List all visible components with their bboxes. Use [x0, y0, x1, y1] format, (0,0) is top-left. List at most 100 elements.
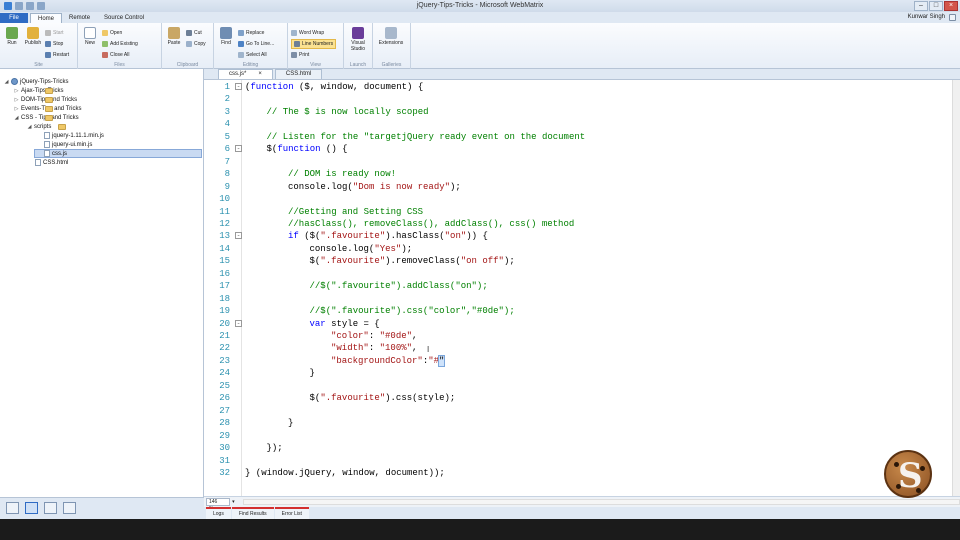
- line-numbers-label: Line Numbers: [302, 41, 334, 47]
- minimize-button[interactable]: –: [914, 1, 928, 11]
- tree-item-events[interactable]: ▷ Events-Tips and Tricks: [14, 104, 81, 113]
- tree-item-css-html[interactable]: CSS.html: [35, 158, 68, 167]
- code-text: if ($(".favourite").hasClass("on")) {: [288, 230, 488, 242]
- code-comment: // The $ is now locally scoped: [266, 106, 429, 117]
- close-all-button[interactable]: Close All: [102, 50, 138, 60]
- horizontal-scrollbar[interactable]: [242, 499, 960, 505]
- code-line[interactable]: 16: [204, 268, 944, 280]
- code-line[interactable]: 13- if ($(".favourite").hasClass("on")) {: [204, 230, 944, 242]
- fold-toggle-icon[interactable]: -: [235, 83, 242, 90]
- code-line[interactable]: 11 //Getting and Setting CSS: [204, 206, 944, 218]
- collapse-toggle[interactable]: ◢: [27, 124, 32, 130]
- tab-css-js[interactable]: css.js* ×: [218, 69, 273, 79]
- word-wrap-label: Word Wrap: [299, 30, 325, 36]
- code-line[interactable]: 14 console.log("Yes");: [204, 243, 944, 255]
- code-line[interactable]: 24}: [204, 367, 944, 379]
- collapse-toggle[interactable]: ◢: [4, 79, 9, 85]
- maximize-button[interactable]: □: [929, 1, 943, 11]
- user-name[interactable]: Kunwar Singh: [908, 12, 945, 22]
- js-file-icon: [44, 132, 50, 139]
- code-line[interactable]: 26 $(".favourite").css(style);: [204, 392, 944, 404]
- code-line[interactable]: 21 "color": "#0de",: [204, 330, 944, 342]
- cut-button[interactable]: Cut: [186, 28, 206, 38]
- vertical-scrollbar[interactable]: [952, 80, 960, 496]
- code-line[interactable]: 29: [204, 430, 944, 442]
- select-all-button[interactable]: Select All: [238, 50, 274, 60]
- code-line[interactable]: 17 //$(".favourite").addClass("on");: [204, 280, 944, 292]
- expand-toggle[interactable]: ▷: [14, 106, 19, 112]
- tree-item-jquery-ui[interactable]: jquery-ui.min.js: [44, 140, 92, 149]
- code-line[interactable]: 32} (window.jQuery, window, document));: [204, 467, 944, 479]
- expand-toggle[interactable]: ▷: [14, 88, 19, 94]
- code-line[interactable]: 18: [204, 293, 944, 305]
- word-wrap-button[interactable]: Word Wrap: [291, 28, 336, 38]
- restart-button[interactable]: Restart: [45, 50, 69, 60]
- site-workspace-icon[interactable]: [6, 502, 19, 514]
- code-line[interactable]: 31: [204, 455, 944, 467]
- code-line[interactable]: 23 "backgroundColor":"#": [204, 354, 944, 367]
- go-to-line-button[interactable]: Go To Line...: [238, 39, 274, 49]
- code-line[interactable]: 1- (function ($, window, document) {: [204, 81, 944, 93]
- tree-item-css[interactable]: ◢ CSS - Tips and Tricks: [14, 113, 79, 122]
- code-line[interactable]: 25: [204, 380, 944, 392]
- code-line[interactable]: 4: [204, 118, 944, 130]
- tree-item-scripts[interactable]: ◢ scripts: [27, 122, 66, 131]
- tab-remote[interactable]: Remote: [62, 13, 97, 23]
- files-workspace-icon[interactable]: [25, 502, 38, 514]
- open-button[interactable]: Open: [102, 28, 138, 38]
- databases-workspace-icon[interactable]: [44, 502, 57, 514]
- file-menu[interactable]: File: [0, 13, 28, 23]
- code-line[interactable]: 12 //hasClass(), removeClass(), addClass(…: [204, 218, 944, 230]
- tree-item-ajax[interactable]: ▷ Ajax-Tips-Tricks: [14, 86, 64, 95]
- tree-item-dom[interactable]: ▷ DOM-Tips and Tricks: [14, 95, 77, 104]
- code-line[interactable]: 28}: [204, 417, 944, 429]
- code-line[interactable]: 15 $(".favourite").removeClass("on off");: [204, 255, 944, 267]
- fold-toggle-icon[interactable]: -: [235, 232, 242, 240]
- code-text: // The $ is now locally scoped: [267, 106, 429, 118]
- fold-toggle-icon[interactable]: -: [235, 145, 242, 153]
- code-line[interactable]: 30});: [204, 442, 944, 454]
- print-button[interactable]: Print: [291, 50, 336, 60]
- code-line[interactable]: 22 "width": "100%",: [204, 342, 944, 354]
- code-line[interactable]: 5 // Listen for the "targetjQuery ready e…: [204, 131, 944, 143]
- fold-toggle-icon[interactable]: -: [235, 319, 242, 327]
- help-icon[interactable]: [949, 13, 956, 21]
- close-button[interactable]: ×: [944, 1, 958, 11]
- chevron-down-icon[interactable]: ▾: [232, 499, 235, 505]
- code-line[interactable]: 2: [204, 93, 944, 105]
- visual-studio-label: Visual Studio: [350, 40, 366, 52]
- code-line[interactable]: 19 //$(".favourite").css("color","#0de");: [204, 305, 944, 317]
- code-line[interactable]: 27: [204, 405, 944, 417]
- tab-close-icon[interactable]: ×: [258, 70, 262, 79]
- add-existing-button[interactable]: Add Existing: [102, 39, 138, 49]
- code-line[interactable]: 3 // The $ is now locally scoped: [204, 106, 944, 118]
- code-editor[interactable]: I 1- (function ($, window, document) {2 3/…: [204, 80, 960, 496]
- code-line[interactable]: 20- var style = {: [204, 318, 944, 330]
- tab-find-results[interactable]: Find Results: [231, 507, 274, 519]
- start-button[interactable]: Start: [45, 28, 69, 38]
- tree-item-site[interactable]: ◢ jQuery-Tips-Tricks: [4, 77, 69, 86]
- code-line[interactable]: 6- $(function () {: [204, 143, 944, 155]
- tree-item-label: Ajax-Tips-Tricks: [21, 87, 64, 94]
- code-line[interactable]: 9 console.log("Dom is now ready");: [204, 181, 944, 193]
- clipboard-group-label: Clipboard: [176, 62, 199, 68]
- code-line[interactable]: 10: [204, 193, 944, 205]
- zoom-dropdown[interactable]: 146 %: [206, 498, 231, 512]
- tab-home[interactable]: Home: [30, 13, 63, 23]
- code-line[interactable]: 7: [204, 156, 944, 168]
- replace-button[interactable]: Replace: [238, 28, 274, 38]
- collapse-toggle[interactable]: ◢: [14, 115, 19, 121]
- tree-item-jquery[interactable]: jquery-1.11.1.min.js: [44, 131, 104, 140]
- tab-source-control[interactable]: Source Control: [97, 13, 151, 23]
- copy-button[interactable]: Copy: [186, 39, 206, 49]
- tab-logs[interactable]: Logs: [206, 507, 231, 519]
- tree-item-label: jquery-1.11.1.min.js: [52, 132, 104, 139]
- tab-css-html[interactable]: CSS.html: [274, 69, 323, 79]
- stop-button[interactable]: Stop: [45, 39, 69, 49]
- expand-toggle[interactable]: ▷: [14, 97, 19, 103]
- tree-item-css-js[interactable]: css.js: [34, 149, 202, 158]
- code-line[interactable]: 8 // DOM is ready now!: [204, 168, 944, 180]
- reports-workspace-icon[interactable]: [63, 502, 76, 514]
- tab-error-list[interactable]: Error List: [274, 507, 309, 519]
- line-numbers-button[interactable]: Line Numbers: [291, 39, 337, 49]
